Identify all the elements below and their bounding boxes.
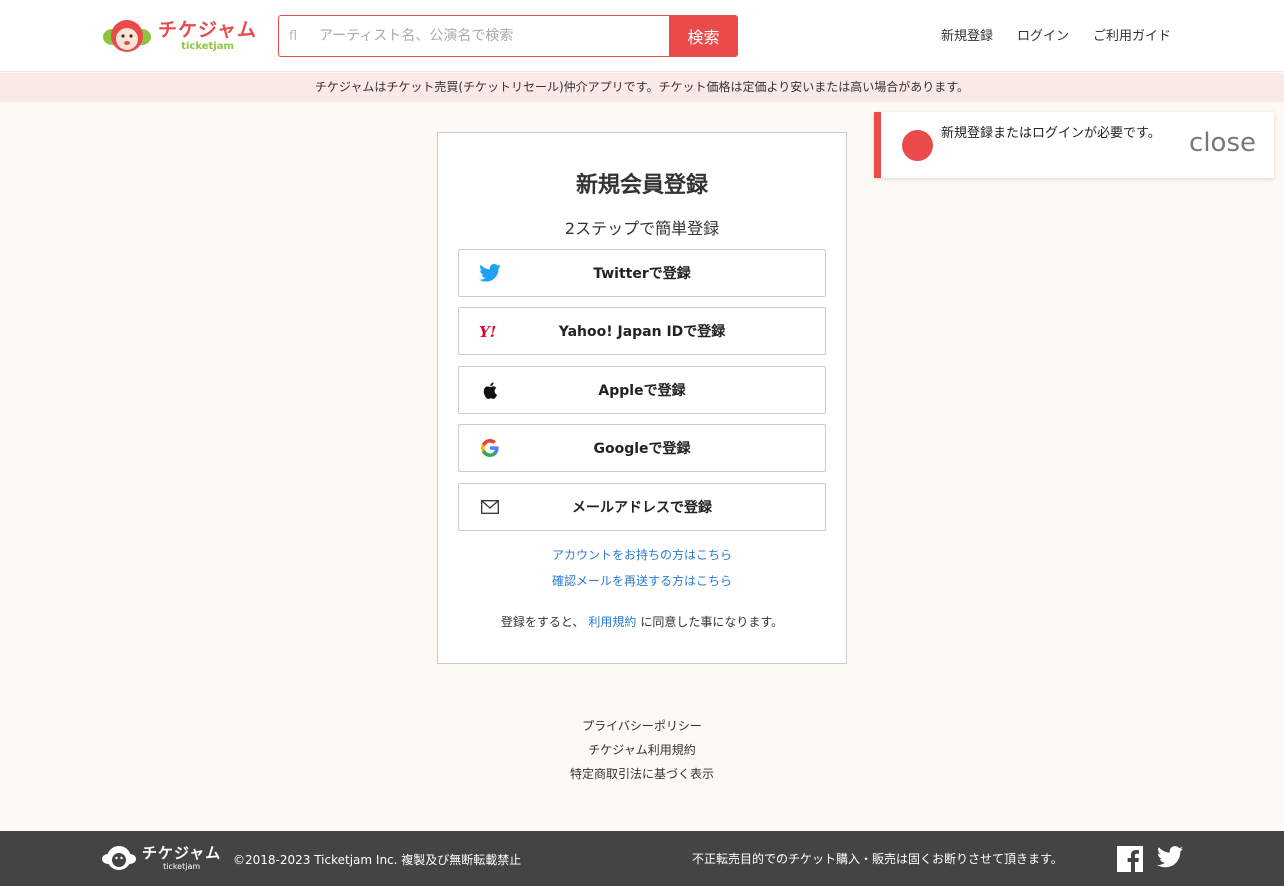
logo-text-en: ticketjam [181,41,234,52]
terms-of-service-link[interactable]: チケジャム利用規約 [0,738,1284,762]
email-signup-label: メールアドレスで登録 [572,500,712,516]
login-link[interactable]: アカウントをお持ちの方はこちら [438,546,846,563]
footer-logo-text-jp: チケジャム [142,843,222,862]
copyright-text: ©2018-2023 Ticketjam Inc. 複製及び無断転載禁止 [233,853,522,867]
search-icon: fl [289,28,298,44]
terms-agreement: 登録をすると、 利用規約 に同意した事になります。 [438,613,846,630]
monkey-logo-icon [102,844,136,872]
apple-signup-label: Appleで登録 [598,383,686,399]
facebook-icon[interactable] [1117,846,1143,872]
page-subtitle: 2ステップで簡単登録 [564,219,720,238]
nav-guide-link[interactable]: ご利用ガイド [1093,25,1171,44]
header-nav: 新規登録 ログイン ご利用ガイド [941,25,1171,44]
monkey-logo-icon [102,17,152,55]
toast-message: 新規登録またはログインが必要です。 [941,126,1161,141]
signup-card: 新規会員登録 2ステップで簡単登録 Twitterで登録 Y! Yahoo! J… [437,132,847,664]
twitter-signup-button[interactable]: Twitterで登録 [458,249,826,297]
footer-links: プライバシーポリシー チケジャム利用規約 特定商取引法に基づく表示 [0,714,1284,786]
terms-link[interactable]: 利用規約 [588,615,636,629]
yahoo-signup-button[interactable]: Y! Yahoo! Japan IDで登録 [458,307,826,355]
twitter-icon [479,262,501,284]
nav-login-link[interactable]: ログイン [1017,25,1069,44]
email-signup-button[interactable]: メールアドレスで登録 [458,483,826,531]
mail-icon [479,496,501,518]
search-input[interactable] [319,28,659,44]
resale-warning: 不正転売目的でのチケット購入・販売は固くお断りさせて頂きます。 [692,852,1063,866]
google-signup-label: Googleで登録 [593,441,691,457]
resend-email-link[interactable]: 確認メールを再送する方はこちら [438,572,846,589]
google-icon [479,437,501,459]
commercial-law-link[interactable]: 特定商取引法に基づく表示 [0,762,1284,786]
footer-logo[interactable]: チケジャム ticketjam [102,844,221,872]
svg-text:Y!: Y! [479,323,496,339]
footer-logo-text-en: ticketjam [163,861,201,871]
yahoo-signup-label: Yahoo! Japan IDで登録 [558,324,726,340]
search-field: fl [278,15,669,57]
twitter-icon[interactable] [1157,846,1183,872]
site-logo[interactable]: チケジャム ticketjam [102,16,258,56]
agree-suffix: に同意した事になります。 [640,615,784,629]
notice-banner: チケジャムはチケット売買(チケットリセール)仲介アプリです。チケット価格は定価よ… [0,73,1284,102]
search-button[interactable]: 検索 [669,15,738,57]
yahoo-icon: Y! [479,320,501,342]
site-header: チケジャム ticketjam fl 検索 新規登録 ログイン ご利用ガイド [0,0,1284,72]
toast-close-button[interactable]: close [1189,128,1256,158]
page-title: 新規会員登録 [575,173,708,198]
agree-prefix: 登録をすると、 [500,615,585,629]
apple-icon [479,379,501,401]
search-bar: fl 検索 [278,15,738,57]
site-footer: チケジャム ticketjam ©2018-2023 Ticketjam Inc… [0,831,1284,886]
privacy-policy-link[interactable]: プライバシーポリシー [0,714,1284,738]
alert-icon [902,130,933,161]
logo-text-jp: チケジャム [158,19,258,41]
twitter-signup-label: Twitterで登録 [593,266,691,282]
login-required-toast: 新規登録またはログインが必要です。 close [874,112,1274,178]
google-signup-button[interactable]: Googleで登録 [458,424,826,472]
apple-signup-button[interactable]: Appleで登録 [458,366,826,414]
nav-signup-link[interactable]: 新規登録 [941,25,993,44]
